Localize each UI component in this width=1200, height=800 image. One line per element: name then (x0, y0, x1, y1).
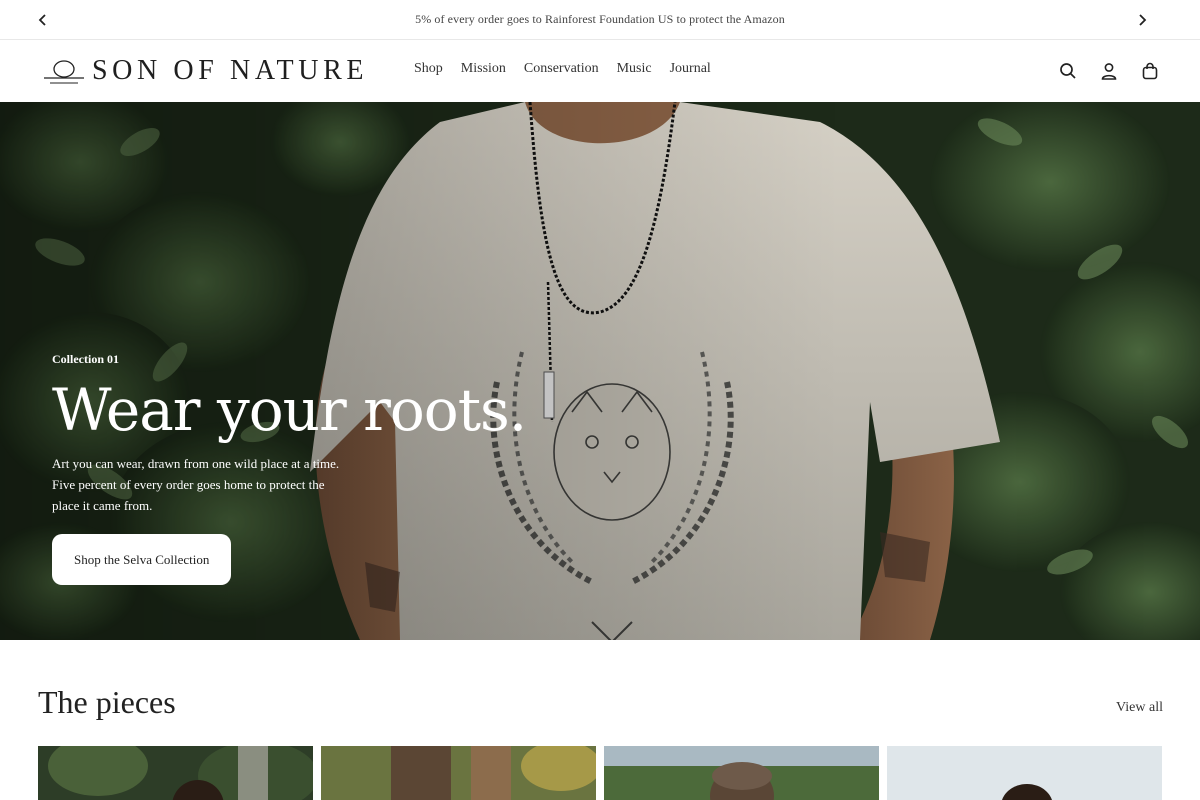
product-card[interactable] (604, 746, 879, 800)
announcement-text: 5% of every order goes to Rainforest Fou… (415, 12, 785, 26)
shop-collection-button[interactable]: Shop the Selva Collection (52, 534, 232, 585)
header-actions (1058, 61, 1160, 81)
section-title: The pieces (38, 684, 176, 720)
nav-item-conservation[interactable]: Conservation (524, 61, 599, 77)
account-icon[interactable] (1099, 61, 1119, 81)
chevron-right-icon[interactable] (1133, 11, 1151, 29)
search-icon[interactable] (1058, 61, 1078, 81)
product-image (38, 746, 313, 800)
hero-body: Art you can wear, drawn from one wild pl… (52, 456, 340, 513)
hero-title: Wear your roots. (52, 376, 527, 444)
logo-mark-icon (44, 60, 84, 84)
site-header: SON OF NATURE Shop Mission Conservation … (0, 41, 1200, 102)
chevron-left-icon[interactable] (34, 11, 52, 29)
nav-item-music[interactable]: Music (617, 61, 652, 77)
logo[interactable]: SON OF NATURE (42, 53, 368, 89)
logo-text: SON OF NATURE (92, 55, 369, 86)
nav-item-journal[interactable]: Journal (670, 61, 711, 77)
product-image (887, 746, 1162, 800)
nav-item-mission[interactable]: Mission (461, 61, 506, 77)
nav-item-shop[interactable]: Shop (414, 61, 443, 77)
product-image (604, 746, 879, 800)
hero-eyebrow: Collection 01 (52, 352, 119, 366)
hero-banner: Collection 01 Wear your roots. Art you c… (0, 102, 1200, 640)
product-card[interactable] (38, 746, 313, 800)
product-image (321, 746, 596, 800)
product-cards (38, 746, 1162, 800)
main-nav: Shop Mission Conservation Music Journal (414, 61, 729, 77)
product-card[interactable] (321, 746, 596, 800)
cart-bag-icon[interactable] (1140, 61, 1160, 81)
view-all-link[interactable]: View all (1116, 700, 1163, 716)
product-card[interactable] (887, 746, 1162, 800)
announcement-bar: 5% of every order goes to Rainforest Fou… (0, 0, 1200, 40)
hero-content: Collection 01 Wear your roots. Art you c… (52, 352, 527, 585)
